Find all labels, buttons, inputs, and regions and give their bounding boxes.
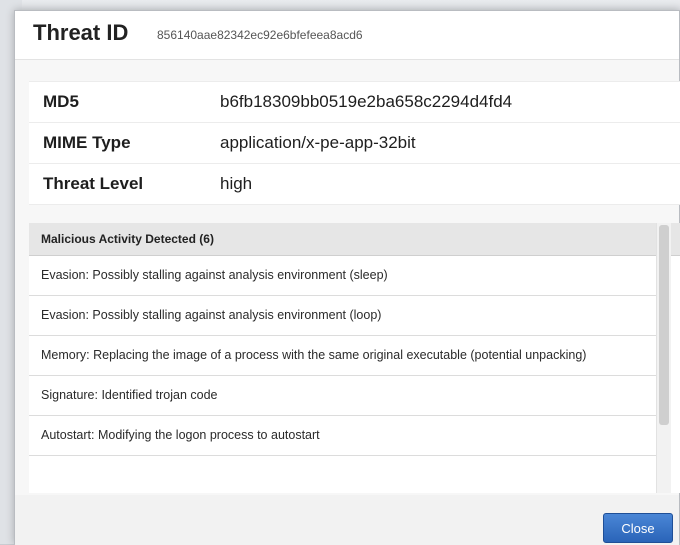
info-row-mime-type: MIME Type application/x-pe-app-32bit [29,122,680,163]
info-row-threat-level: Threat Level high [29,163,680,205]
info-value: application/x-pe-app-32bit [220,133,416,152]
list-item: Memory: Replacing the image of a process… [29,336,657,376]
info-key: MIME Type [43,133,131,152]
threat-details-dialog: Threat ID 856140aae82342ec92e6bfefeea8ac… [14,10,680,545]
dialog-header: Threat ID 856140aae82342ec92e6bfefeea8ac… [15,11,679,60]
threat-info-table: MD5 b6fb18309bb0519e2ba658c2294d4fd4 MIM… [29,81,680,205]
activity-header: Malicious Activity Detected (6) [29,223,680,256]
malicious-activity-panel[interactable]: Malicious Activity Detected (6) Evasion:… [29,223,680,493]
list-item: Evasion: Possibly stalling against analy… [29,296,657,336]
info-row-md5: MD5 b6fb18309bb0519e2ba658c2294d4fd4 [29,81,680,122]
scrollbar-thumb[interactable] [659,225,669,425]
close-button[interactable]: Close [603,513,673,543]
list-item: Evasion: Possibly stalling against analy… [29,256,657,296]
threat-id-value: 856140aae82342ec92e6bfefeea8acd6 [157,28,363,42]
list-item: Autostart: Modifying the logon process t… [29,416,657,456]
dialog-title: Threat ID [33,20,129,45]
activity-list: Evasion: Possibly stalling against analy… [29,256,657,456]
info-key: Threat Level [43,174,144,193]
info-key: MD5 [43,92,79,111]
info-value: high [220,174,253,193]
dialog-footer: Close [15,495,679,545]
activity-scrollbar[interactable] [656,223,671,493]
info-value: b6fb18309bb0519e2ba658c2294d4fd4 [220,92,513,111]
activity-header-label: Malicious Activity Detected (6) [41,232,214,246]
list-item: Signature: Identified trojan code [29,376,657,416]
